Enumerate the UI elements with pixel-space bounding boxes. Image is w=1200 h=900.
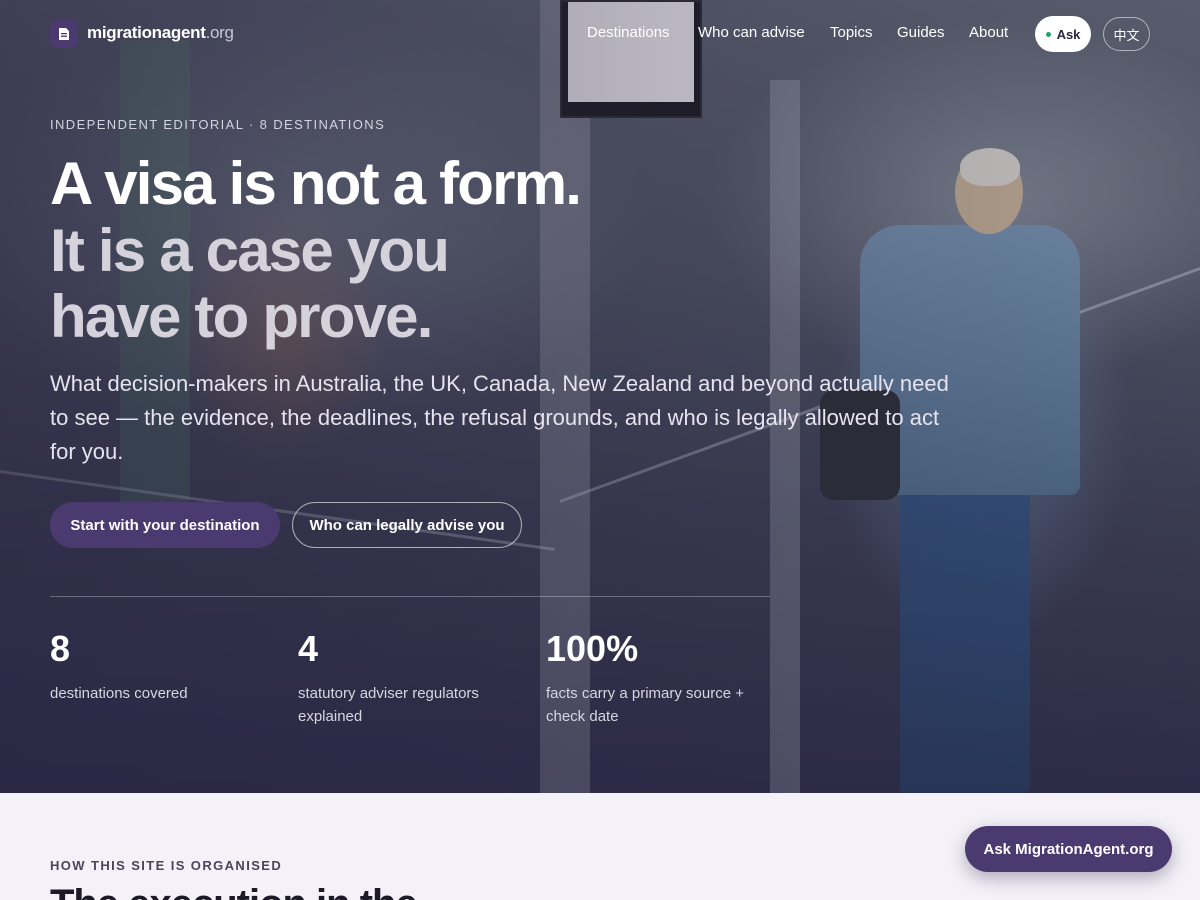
floating-ask-button[interactable]: Ask MigrationAgent.org [965,826,1172,872]
brand-tld: .org [205,23,234,42]
nav-destinations[interactable]: Destinations [587,24,670,41]
background-sign [560,0,702,118]
background-traveler [960,148,1020,186]
status-dot-icon [1045,31,1051,37]
stat-value: 8 [50,628,71,669]
ask-button-label: Ask [1056,26,1081,42]
hero-eyebrow: INDEPENDENT EDITORIAL · 8 DESTINATIONS [50,117,386,132]
stat-value: 4 [298,628,319,669]
start-with-destination-button[interactable]: Start with your destination [50,502,280,548]
stat-label: facts carry a primary source + check dat… [546,685,744,725]
hero-headline-line-2: It is a case you [50,217,450,284]
who-can-advise-button[interactable]: Who can legally advise you [292,502,522,548]
language-switch-button[interactable]: 中文 [1103,17,1150,51]
nav-about[interactable]: About [969,24,1008,41]
stat-label: statutory adviser regulators explained [298,685,479,725]
hero-headline-line-3: have to prove. [50,283,433,350]
section-heading: The execution in the [50,882,418,900]
stat-value: 100% [546,628,639,669]
logo-icon[interactable] [50,20,78,48]
document-icon [59,28,69,40]
hero-headline-line-1: A visa is not a form. [50,150,582,217]
ask-button[interactable]: Ask [1035,16,1091,52]
background-traveler [900,470,1030,793]
nav-guides[interactable]: Guides [897,24,945,41]
nav-topics[interactable]: Topics [830,24,873,41]
stats-divider [50,596,770,597]
brand-name: migrationagent [87,23,206,42]
stat-label: destinations covered [50,685,188,702]
site-logo[interactable]: migrationagent.org [87,23,234,43]
nav-who-can-advise[interactable]: Who can advise [698,24,805,41]
background-traveler [955,150,1023,234]
hero-lead-paragraph: What decision-makers in Australia, the U… [50,371,949,464]
section-eyebrow: HOW THIS SITE IS ORGANISED [50,858,283,873]
